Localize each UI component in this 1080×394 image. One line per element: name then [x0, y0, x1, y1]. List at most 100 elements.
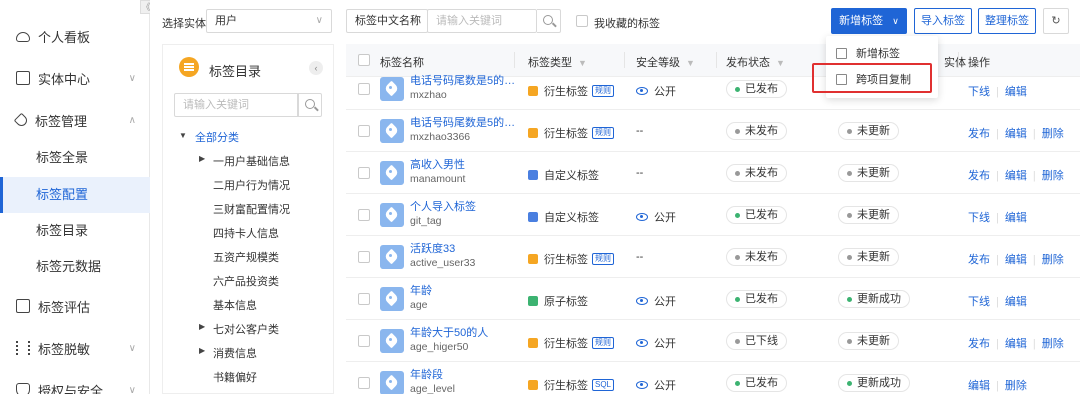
row-action-link[interactable]: 编辑: [1005, 170, 1027, 182]
nav-sub-tag-metadata[interactable]: 标签元数据: [0, 249, 150, 285]
row-action-link[interactable]: 删除: [1042, 254, 1064, 266]
update-status: 未更新: [838, 248, 899, 266]
tag-type-label: 衍生标签: [544, 338, 588, 350]
search-button[interactable]: [537, 9, 561, 33]
row-checkbox[interactable]: [358, 209, 370, 221]
nav-item-tag-management[interactable]: 标签管理 ∧: [0, 102, 150, 138]
caret-right-icon[interactable]: ▶: [199, 154, 205, 163]
row-action-link[interactable]: 编辑: [968, 380, 990, 392]
row-checkbox[interactable]: [358, 83, 370, 95]
tag-name-link[interactable]: 电话号码尾数是5的杭州...: [410, 72, 516, 88]
row-action-link[interactable]: 删除: [1042, 170, 1064, 182]
tree-node[interactable]: 书籍偏好: [213, 369, 257, 385]
row-checkbox[interactable]: [358, 335, 370, 347]
row-action-link[interactable]: 删除: [1042, 338, 1064, 350]
tree-node[interactable]: 七对公客户类: [213, 321, 279, 337]
tree-node[interactable]: 六产品投资类: [213, 273, 279, 289]
filter-icon[interactable]: ▼: [776, 58, 785, 68]
eye-icon: [636, 213, 648, 221]
catalog-search-button[interactable]: [298, 93, 322, 117]
tag-name-link[interactable]: 年龄: [410, 282, 516, 298]
row-action-link[interactable]: 编辑: [1005, 212, 1027, 224]
row-action-link[interactable]: 发布: [968, 170, 990, 182]
row-action-link[interactable]: 发布: [968, 254, 990, 266]
row-action-link[interactable]: 下线: [968, 86, 990, 98]
keyword-input[interactable]: 请输入关键词: [427, 9, 537, 33]
security-level-label: 公开: [654, 380, 676, 392]
publish-status: 未发布: [726, 164, 787, 182]
catalog-collapse-button[interactable]: ‹: [309, 61, 323, 75]
tag-type: 自定义标签: [528, 167, 599, 183]
tree-node-root[interactable]: 全部分类: [195, 129, 239, 145]
chevron-up-icon: ∧: [128, 114, 136, 126]
tag-name-link[interactable]: 高收入男性: [410, 156, 516, 172]
security-level: 公开: [636, 377, 676, 393]
row-action-link[interactable]: 下线: [968, 212, 990, 224]
tree-node[interactable]: 消费信息: [213, 345, 257, 361]
tag-type-label: 自定义标签: [544, 212, 599, 224]
row-action-link[interactable]: 发布: [968, 338, 990, 350]
nav-item-label: 个人看板: [38, 29, 91, 45]
favorite-checkbox[interactable]: [576, 15, 588, 27]
tree-node[interactable]: 一用户基础信息: [213, 153, 290, 169]
row-checkbox[interactable]: [358, 293, 370, 305]
field-select[interactable]: 标签中文名称 ∨: [346, 9, 428, 33]
filter-icon[interactable]: ▼: [578, 58, 587, 68]
security-level-label: --: [636, 167, 644, 179]
row-action-link[interactable]: 下线: [968, 296, 990, 308]
row-checkbox[interactable]: [358, 125, 370, 137]
caret-right-icon[interactable]: ▶: [199, 346, 205, 355]
action-divider: |: [996, 254, 999, 266]
tree-node[interactable]: 五资产规模类: [213, 249, 279, 265]
publish-status: 未发布: [726, 122, 787, 140]
add-tag-button[interactable]: 新增标签 ∨: [831, 8, 907, 34]
favorite-label: 我收藏的标签: [594, 18, 660, 30]
tree-node[interactable]: 三财富配置情况: [213, 201, 290, 217]
tree-node[interactable]: 二用户行为情况: [213, 177, 290, 193]
tag-name-link[interactable]: 个人导入标签: [410, 198, 516, 214]
nav-item-auth-security[interactable]: 授权与安全 ∨: [0, 372, 150, 394]
cloud-icon: [16, 32, 30, 42]
entity-select-value: 用户: [215, 15, 237, 27]
tag-name-link[interactable]: 年龄段: [410, 366, 516, 382]
nav-sub-tag-config[interactable]: 标签配置: [0, 177, 150, 213]
nav-sub-tag-catalog[interactable]: 标签目录: [0, 213, 150, 249]
nav-sub-tag-panorama[interactable]: 标签全景: [0, 140, 150, 176]
row-action-link[interactable]: 删除: [1005, 380, 1027, 392]
organize-tag-button[interactable]: 整理标签: [978, 8, 1036, 34]
tag-name-link[interactable]: 电话号码尾数是5的杭州...: [410, 114, 516, 130]
nav-item-tag-evaluate[interactable]: 标签评估: [0, 288, 150, 324]
action-divider: |: [996, 380, 999, 392]
tag-type: 原子标签: [528, 293, 588, 309]
tree-node[interactable]: 基本信息: [213, 297, 257, 313]
select-all-checkbox[interactable]: [358, 54, 370, 66]
row-checkbox[interactable]: [358, 251, 370, 263]
tag-icon: [380, 119, 404, 143]
row-action-link[interactable]: 编辑: [1005, 86, 1027, 98]
refresh-button[interactable]: ↻: [1043, 8, 1069, 34]
row-action-link[interactable]: 发布: [968, 128, 990, 140]
tag-name-link[interactable]: 活跃度33: [410, 240, 516, 256]
column-divider: [716, 52, 717, 68]
row-action-link[interactable]: 编辑: [1005, 254, 1027, 266]
row-action-link[interactable]: 编辑: [1005, 338, 1027, 350]
filter-icon[interactable]: ▼: [686, 58, 695, 68]
caret-down-icon[interactable]: ▼: [179, 131, 187, 140]
row-checkbox[interactable]: [358, 377, 370, 389]
box-icon: [16, 71, 30, 85]
nav-item-tag-desensitize[interactable]: 标签脱敏 ∨: [0, 330, 150, 366]
tag-name-link[interactable]: 年龄大于50的人: [410, 324, 516, 340]
row-action-link[interactable]: 编辑: [1005, 296, 1027, 308]
row-action-link[interactable]: 编辑: [1005, 128, 1027, 140]
tree-node[interactable]: 四持卡人信息: [213, 225, 279, 241]
tag-icon: [380, 77, 404, 101]
caret-right-icon[interactable]: ▶: [199, 322, 205, 331]
nav-item-dashboard[interactable]: 个人看板: [0, 18, 150, 54]
catalog-search-input[interactable]: 请输入关键词: [174, 93, 298, 117]
row-checkbox[interactable]: [358, 167, 370, 179]
entity-select[interactable]: 用户 ∨: [206, 9, 332, 33]
action-divider: |: [1032, 170, 1036, 182]
import-tag-button[interactable]: 导入标签: [914, 8, 972, 34]
nav-item-entity-center[interactable]: 实体中心 ∨: [0, 60, 150, 96]
row-action-link[interactable]: 删除: [1042, 128, 1064, 140]
